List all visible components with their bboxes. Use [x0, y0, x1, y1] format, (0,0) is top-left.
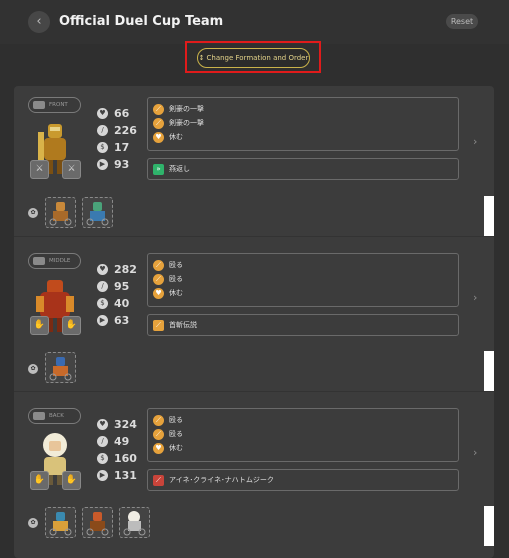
speed-icon: ▶ [97, 159, 108, 170]
header-bar: ‹ Official Duel Cup Team Reset [0, 0, 509, 44]
sword-stat-icon: / [97, 125, 108, 136]
back-button[interactable]: ‹ [28, 11, 50, 33]
skill-list[interactable]: ⟋ 殴る ⟋ 殴る ♥ 休む [147, 408, 459, 462]
team-slot-front[interactable]: FRONT ⚔ ⚔ ♥ 66 /226 $17 ▶ 93 ⟋ 剣豪の一撃 ⟋ 剣豪の一撃… [14, 86, 494, 230]
sword-stat-icon: / [97, 436, 108, 447]
formation-icon [33, 412, 45, 420]
sub-member-portrait [86, 202, 109, 226]
divider [14, 391, 494, 392]
chevron-right-icon[interactable]: › [473, 446, 477, 459]
speed-icon: ▶ [97, 470, 108, 481]
sub-member-icon: ✿ [28, 208, 38, 218]
attack-skill-icon: ⟋ [153, 429, 164, 440]
team-slot-back[interactable]: BACK ✋ ✋ ♥ 324 /49 $160 ▶ 131 ⟋ 殴る ⟋ 殴る ♥ 休む … [14, 397, 494, 541]
sword-icon: ⚔ [67, 164, 76, 174]
change-formation-button[interactable]: ↕ Change Formation and Order [197, 48, 310, 68]
scroll-edge-marker [484, 196, 494, 236]
ultimate-skill[interactable]: ⟋ 首斬伝説 [147, 314, 459, 336]
sub-member-portrait [123, 511, 146, 536]
skill-list[interactable]: ⟋ 剣豪の一撃 ⟋ 剣豪の一撃 ♥ 休む [147, 97, 459, 151]
equipment-slot[interactable]: ✋ [30, 471, 49, 490]
equipment-slot[interactable]: ⚔ [62, 160, 81, 179]
heart-icon: ♥ [97, 264, 108, 275]
sword-icon: ⚔ [35, 164, 44, 174]
equipment-slot[interactable]: ✋ [62, 471, 81, 490]
position-badge: MIDDLE [28, 253, 81, 269]
hand-icon: ✋ [33, 320, 46, 330]
equipment-slot[interactable]: ✋ [62, 316, 81, 335]
hand-icon: ✋ [65, 475, 78, 485]
sub-member-portrait [49, 357, 72, 381]
shield-stat-icon: $ [97, 298, 108, 309]
shield-stat-icon: $ [97, 453, 108, 464]
sub-member-icon: ✿ [28, 364, 38, 374]
rest-skill-icon: ♥ [153, 288, 164, 299]
ultimate-icon: ⟋ [153, 320, 164, 331]
team-panel: FRONT ⚔ ⚔ ♥ 66 /226 $17 ▶ 93 ⟋ 剣豪の一撃 ⟋ 剣豪の一撃… [14, 86, 494, 558]
sub-member-portrait [49, 512, 72, 536]
attack-skill-icon: ⟋ [153, 415, 164, 426]
hand-icon: ✋ [65, 320, 78, 330]
attack-skill-icon: ⟋ [153, 260, 164, 271]
sub-member-slot[interactable] [82, 507, 113, 538]
equipment-slot[interactable]: ⚔ [30, 160, 49, 179]
change-formation-label: Change Formation and Order [206, 54, 309, 62]
sub-member-slot[interactable] [45, 352, 76, 383]
sword-stat-icon: / [97, 281, 108, 292]
scroll-edge-marker [484, 351, 494, 391]
shield-stat-icon: $ [97, 142, 108, 153]
skill-list[interactable]: ⟋ 殴る ⟋ 殴る ♥ 休む [147, 253, 459, 307]
sub-member-slot[interactable] [45, 197, 76, 228]
ultimate-icon: » [153, 164, 164, 175]
sub-member-portrait [49, 202, 72, 226]
formation-icon [33, 257, 45, 265]
hand-icon: ✋ [33, 475, 46, 485]
swap-vertical-icon: ↕ [198, 54, 205, 62]
divider [14, 236, 494, 237]
team-slot-middle[interactable]: MIDDLE ✋ ✋ ♥ 282 /95 $40 ▶ 63 ⟋ 殴る ⟋ 殴る ♥ 休む … [14, 242, 494, 386]
attack-skill-icon: ⟋ [153, 274, 164, 285]
sub-member-slot[interactable] [119, 507, 150, 538]
chevron-right-icon[interactable]: › [473, 135, 477, 148]
position-badge: FRONT [28, 97, 81, 113]
scroll-edge-marker [484, 506, 494, 546]
attack-skill-icon: ⟋ [153, 104, 164, 115]
sub-member-slot[interactable] [82, 197, 113, 228]
equipment-slot[interactable]: ✋ [30, 316, 49, 335]
speed-icon: ▶ [97, 315, 108, 326]
rest-skill-icon: ♥ [153, 443, 164, 454]
heart-icon: ♥ [97, 108, 108, 119]
ultimate-skill[interactable]: » 燕返し [147, 158, 459, 180]
rest-skill-icon: ♥ [153, 132, 164, 143]
heart-icon: ♥ [97, 419, 108, 430]
chevron-right-icon[interactable]: › [473, 291, 477, 304]
sub-member-slot[interactable] [45, 507, 76, 538]
attack-skill-icon: ⟋ [153, 118, 164, 129]
ultimate-skill[interactable]: ⟋ アイネ･クライネ･ナハトムジーク [147, 469, 459, 491]
ultimate-icon: ⟋ [153, 475, 164, 486]
sub-member-portrait [86, 512, 109, 536]
page-title: Official Duel Cup Team [59, 14, 224, 29]
sub-member-icon: ✿ [28, 518, 38, 528]
formation-icon [33, 101, 45, 109]
position-badge: BACK [28, 408, 81, 424]
reset-button[interactable]: Reset [446, 14, 478, 29]
